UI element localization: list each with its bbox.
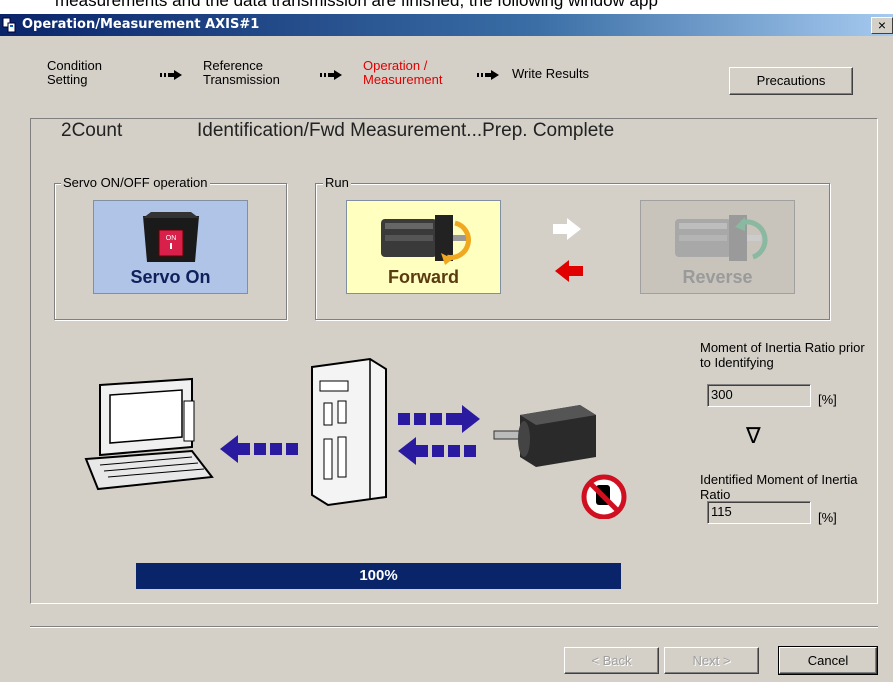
operation-measurement-window: Operation/Measurement AXIS#1 × Condition… [0,14,893,682]
title-bar[interactable]: Operation/Measurement AXIS#1 × [0,14,893,36]
cancel-button[interactable]: Cancel [778,646,878,675]
next-button[interactable]: Next > [664,647,759,674]
forward-button[interactable]: Forward [346,200,501,294]
identified-inertia-value: 115 [707,501,811,524]
no-touch-icon [581,474,627,519]
close-icon[interactable]: × [871,17,893,34]
bottom-separator [30,626,878,628]
step-label-line1: Operation / [363,58,428,73]
down-arrow-icon: ∇ [746,423,761,448]
step-arrow-icon [160,70,182,80]
progress-bar: 100% [136,563,621,589]
step-label-line1: Write Results [512,66,590,81]
step-label-line1: Condition [47,58,102,73]
reverse-label: Reverse [682,267,753,287]
left-arrow-motor-icon [398,437,476,465]
left-arrow-laptop-icon [220,435,298,463]
system-illustration [84,357,627,519]
step-arrow-icon [477,70,499,80]
identified-inertia-label: Identified Moment of Inertia Ratio [700,472,858,502]
servo-group-label: Servo ON/OFF operation [61,175,210,190]
motor-reverse-icon [675,215,768,261]
prior-inertia-label: Moment of Inertia Ratio prior to Identif… [700,340,865,370]
app-icon [2,17,16,33]
step-operation-measurement: Operation / Measurement [363,59,442,87]
motor-forward-icon [381,215,471,265]
step-write-results: Write Results [512,67,589,81]
reverse-button[interactable]: Reverse [640,200,795,294]
switch-on-text: ON [166,235,177,242]
laptop-icon [84,377,214,491]
servo-drive-icon [311,357,387,507]
motor-icon [493,405,596,467]
step-label-line2: Transmission [203,72,280,87]
step-arrow-icon [320,70,342,80]
status-message: Identification/Fwd Measurement...Prep. C… [197,120,615,141]
window-title: Operation/Measurement AXIS#1 [22,17,260,32]
white-right-arrow-icon [553,218,581,240]
power-switch-icon: ON [143,212,199,262]
step-label-line2: Measurement [363,72,443,87]
step-reference-transmission: Reference Transmission [203,59,280,87]
red-left-arrow-icon [555,260,583,282]
prior-inertia-value: 300 [707,384,811,407]
identified-unit-label: [%] [818,510,837,525]
back-button[interactable]: < Back [564,647,659,674]
prior-unit-label: [%] [818,392,837,407]
right-arrow-motor-icon [398,405,480,433]
forward-label: Forward [387,267,459,287]
document-text-fragment: measurements and the data transmission a… [0,0,893,14]
step-label-line1: Reference [203,58,263,73]
precautions-button[interactable]: Precautions [729,67,853,95]
run-group-label: Run [323,175,351,190]
servo-on-label: Servo On [130,267,211,287]
count-label: 2Count [61,120,123,141]
step-label-line2: Setting [47,72,88,87]
servo-on-button[interactable]: ON Servo On [93,200,248,294]
step-condition-setting: Condition Setting [47,59,102,87]
